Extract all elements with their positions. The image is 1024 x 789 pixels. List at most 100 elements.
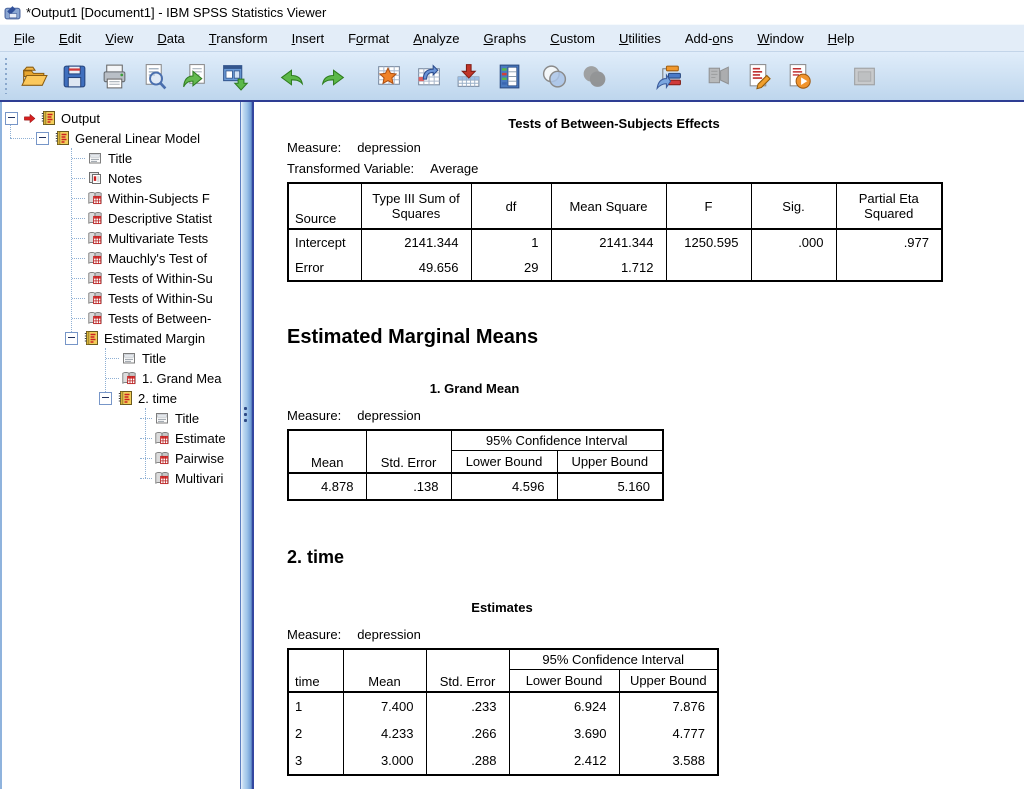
collapse-toggle[interactable] bbox=[65, 332, 78, 345]
tree-item-multivariate[interactable]: Multivari bbox=[2, 468, 240, 488]
designate-window-icon bbox=[850, 62, 879, 91]
toolbar-grip bbox=[3, 58, 8, 94]
menu-file[interactable]: File bbox=[2, 28, 47, 49]
weight-cases-icon bbox=[704, 62, 733, 91]
ci-header: 95% Confidence Interval bbox=[451, 430, 663, 451]
collapse-toggle[interactable] bbox=[5, 112, 18, 125]
menu-transform[interactable]: Transform bbox=[197, 28, 280, 49]
col-header-lower-bound: Lower Bound bbox=[451, 451, 557, 473]
table-icon bbox=[87, 210, 103, 226]
undo-button[interactable] bbox=[272, 56, 312, 96]
tree-item-tests-between-subjects[interactable]: Tests of Between- bbox=[2, 308, 240, 328]
tree-item-label: Estimated Margin bbox=[104, 331, 205, 346]
tree-item-estimates[interactable]: Estimate bbox=[2, 428, 240, 448]
menu-edit[interactable]: Edit bbox=[47, 28, 93, 49]
tree-item-mauchlys-test[interactable]: Mauchly's Test of bbox=[2, 248, 240, 268]
redo-button[interactable] bbox=[312, 56, 352, 96]
tree-item-time-title[interactable]: Title bbox=[2, 408, 240, 428]
print-button[interactable] bbox=[94, 56, 134, 96]
col-header-df: df bbox=[471, 183, 551, 229]
print-preview-button[interactable] bbox=[134, 56, 174, 96]
tree-item-emm-title[interactable]: Title bbox=[2, 348, 240, 368]
menu-insert[interactable]: Insert bbox=[280, 28, 337, 49]
pane-splitter[interactable] bbox=[240, 102, 252, 789]
splitter-grip bbox=[244, 407, 247, 422]
col-header-mean-square: Mean Square bbox=[551, 183, 666, 229]
estimates-table[interactable]: time Mean Std. Error 95% Confidence Inte… bbox=[287, 648, 719, 777]
tree-item-descriptive-statistics[interactable]: Descriptive Statist bbox=[2, 208, 240, 228]
tree-item-estimated-marginal-means[interactable]: Estimated Margin bbox=[2, 328, 240, 348]
output-pane: Tests of Between-Subjects Effects Measur… bbox=[252, 102, 1024, 789]
menu-bar: File Edit View Data Transform Insert For… bbox=[0, 24, 1024, 52]
toolbar bbox=[0, 52, 1024, 102]
col-header-std-error: Std. Error bbox=[366, 430, 451, 473]
time-section-heading[interactable]: 2. time bbox=[287, 547, 1024, 568]
tree-item-grand-mean[interactable]: 1. Grand Mea bbox=[2, 368, 240, 388]
tests-table-title[interactable]: Tests of Between-Subjects Effects bbox=[287, 116, 941, 131]
menu-view[interactable]: View bbox=[93, 28, 145, 49]
menu-analyze[interactable]: Analyze bbox=[401, 28, 471, 49]
use-variable-sets-button[interactable] bbox=[738, 56, 778, 96]
title-bar: *Output1 [Document1] - IBM SPSS Statisti… bbox=[0, 0, 1024, 24]
current-item-arrow-icon bbox=[23, 112, 36, 125]
col-header-lower-bound: Lower Bound bbox=[509, 669, 619, 692]
tree-item-tests-within-subjects-2[interactable]: Tests of Within-Su bbox=[2, 288, 240, 308]
col-header-type3ss: Type III Sum of Squares bbox=[361, 183, 471, 229]
table-icon bbox=[87, 270, 103, 286]
estimated-marginal-means-heading[interactable]: Estimated Marginal Means bbox=[287, 326, 1024, 349]
split-file-button[interactable] bbox=[648, 56, 688, 96]
tree-item-output[interactable]: Output bbox=[2, 108, 240, 128]
col-header-time: time bbox=[288, 649, 343, 693]
menu-window[interactable]: Window bbox=[745, 28, 815, 49]
tree-item-pairwise-comparisons[interactable]: Pairwise bbox=[2, 448, 240, 468]
tree-item-title[interactable]: Title bbox=[2, 148, 240, 168]
menu-data[interactable]: Data bbox=[145, 28, 196, 49]
tree-item-within-subjects-factors[interactable]: Within-Subjects F bbox=[2, 188, 240, 208]
tree-item-notes[interactable]: Notes bbox=[2, 168, 240, 188]
tree-item-general-linear-model[interactable]: General Linear Model bbox=[2, 128, 240, 148]
collapse-toggle[interactable] bbox=[36, 132, 49, 145]
tree-item-label: 2. time bbox=[138, 391, 177, 406]
merge-cases-button bbox=[574, 56, 614, 96]
goto-variable-button[interactable] bbox=[448, 56, 488, 96]
tree-item-label: Tests of Within-Su bbox=[108, 291, 213, 306]
title-icon bbox=[121, 350, 137, 366]
tree-item-multivariate-tests[interactable]: Multivariate Tests bbox=[2, 228, 240, 248]
goto-case-button[interactable] bbox=[408, 56, 448, 96]
output-report-button[interactable] bbox=[778, 56, 818, 96]
menu-add-ons[interactable]: Add-ons bbox=[673, 28, 745, 49]
export-output-button[interactable] bbox=[214, 56, 254, 96]
select-cases-button[interactable] bbox=[534, 56, 574, 96]
goto-variable-icon bbox=[454, 62, 483, 91]
grand-mean-table-title[interactable]: 1. Grand Mean bbox=[287, 381, 662, 396]
estimates-table-title[interactable]: Estimates bbox=[287, 600, 717, 615]
tree-guide bbox=[145, 408, 146, 478]
goto-data-button[interactable] bbox=[368, 56, 408, 96]
menu-custom[interactable]: Custom bbox=[538, 28, 607, 49]
grand-mean-table[interactable]: Mean Std. Error 95% Confidence Interval … bbox=[287, 429, 664, 501]
tree-item-label: Tests of Between- bbox=[108, 311, 211, 326]
menu-utilities[interactable]: Utilities bbox=[607, 28, 673, 49]
table-icon bbox=[87, 290, 103, 306]
tests-between-subjects-table[interactable]: Source Type III Sum of Squares df Mean S… bbox=[287, 182, 943, 282]
menu-graphs[interactable]: Graphs bbox=[472, 28, 539, 49]
save-button[interactable] bbox=[54, 56, 94, 96]
tree-item-time[interactable]: 2. time bbox=[2, 388, 240, 408]
tree-item-tests-within-subjects-1[interactable]: Tests of Within-Su bbox=[2, 268, 240, 288]
col-header-std-error: Std. Error bbox=[426, 649, 509, 693]
table-icon bbox=[154, 430, 170, 446]
title-icon bbox=[154, 410, 170, 426]
table-icon bbox=[121, 370, 137, 386]
table-row: Error 49.656 29 1.712 bbox=[288, 255, 942, 281]
variables-icon bbox=[494, 62, 523, 91]
recall-dialog-button[interactable] bbox=[174, 56, 214, 96]
collapse-toggle[interactable] bbox=[99, 392, 112, 405]
table-icon bbox=[154, 470, 170, 486]
variables-button[interactable] bbox=[488, 56, 528, 96]
menu-format[interactable]: Format bbox=[336, 28, 401, 49]
col-header-mean: Mean bbox=[343, 649, 426, 693]
notes-icon bbox=[87, 170, 103, 186]
menu-help[interactable]: Help bbox=[816, 28, 867, 49]
tree-item-label: Notes bbox=[108, 171, 142, 186]
open-button[interactable] bbox=[14, 56, 54, 96]
